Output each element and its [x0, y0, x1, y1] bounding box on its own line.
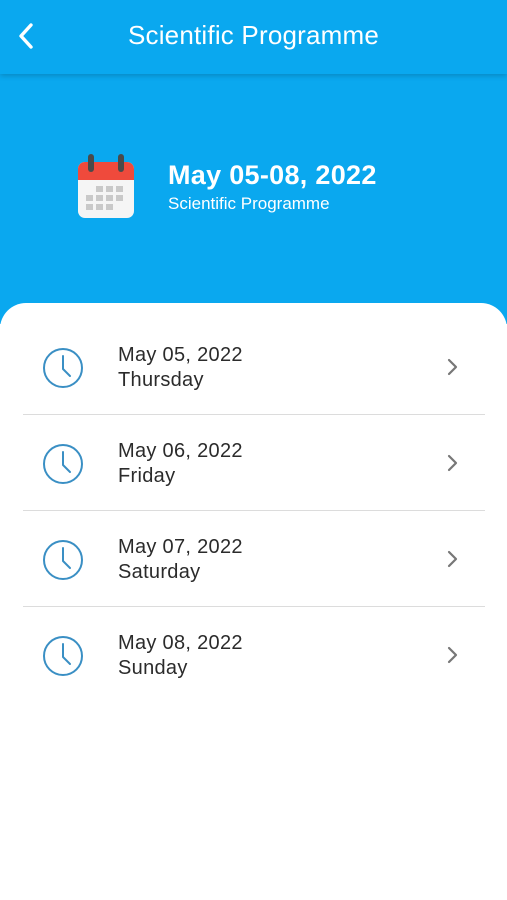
clock-icon — [43, 348, 83, 388]
day-weekday: Friday — [118, 465, 176, 487]
chevron-right-icon — [447, 454, 458, 472]
app-bar: Scientific Programme — [0, 0, 507, 74]
day-date: May 06, 2022 — [118, 440, 243, 462]
day-weekday: Sunday — [118, 657, 188, 679]
day-weekday: Thursday — [118, 369, 204, 391]
day-date: May 05, 2022 — [118, 344, 243, 366]
clock-icon — [43, 540, 83, 580]
day-date: May 07, 2022 — [118, 536, 243, 558]
days-card: May 05, 2022 Thursday May 06, 2022 Frida… — [0, 303, 507, 900]
day-weekday: Saturday — [118, 561, 201, 583]
day-item-may-06[interactable]: May 06, 2022 Friday — [23, 415, 485, 511]
clock-icon — [43, 444, 83, 484]
event-date-range: May 05-08, 2022 — [168, 160, 377, 190]
day-item-may-08[interactable]: May 08, 2022 Sunday — [23, 607, 485, 702]
page-title: Scientific Programme — [127, 20, 380, 50]
clock-icon — [43, 636, 83, 676]
day-item-may-05[interactable]: May 05, 2022 Thursday — [23, 319, 485, 415]
chevron-right-icon — [447, 646, 458, 664]
days-list: May 05, 2022 Thursday May 06, 2022 Frida… — [23, 319, 485, 702]
scientific-programme-screen: Scientific Programme May 05-08, 2022 Sci… — [0, 0, 507, 900]
calendar-icon — [78, 154, 134, 218]
day-item-may-07[interactable]: May 07, 2022 Saturday — [23, 511, 485, 607]
event-subtitle: Scientific Programme — [168, 194, 330, 213]
chevron-right-icon — [447, 550, 458, 568]
hero-banner: May 05-08, 2022 Scientific Programme — [0, 74, 507, 324]
chevron-right-icon — [447, 358, 458, 376]
day-date: May 08, 2022 — [118, 632, 243, 654]
